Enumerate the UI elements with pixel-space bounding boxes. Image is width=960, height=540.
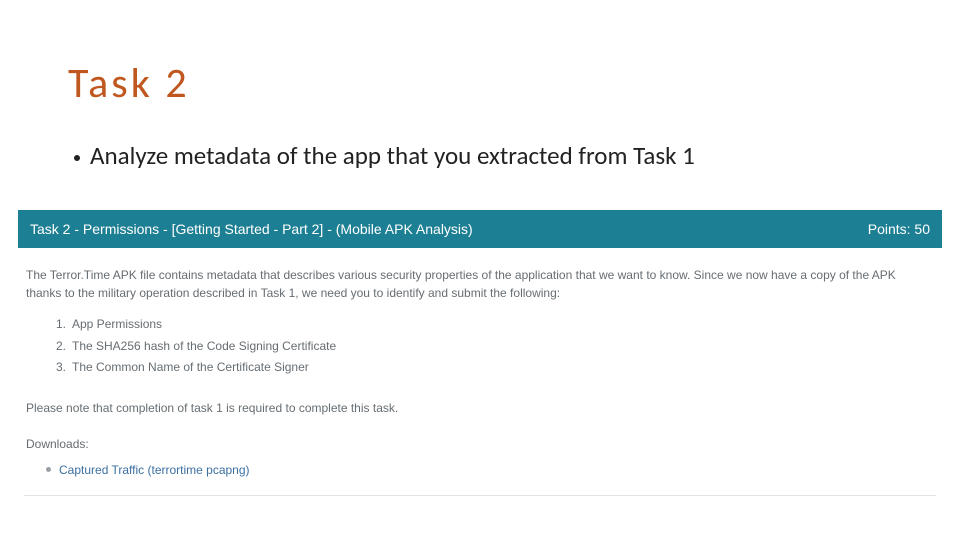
list-item: 1.App Permissions — [56, 314, 942, 336]
download-link[interactable]: Captured Traffic (terrortime pcapng) — [59, 463, 250, 477]
task-requirements-list: 1.App Permissions 2.The SHA256 hash of t… — [56, 314, 942, 379]
task-points: Points: 50 — [868, 221, 930, 237]
bullet-dot-icon — [46, 467, 51, 472]
bullet-item: Analyze metadata of the app that you ext… — [74, 140, 695, 171]
task-header-title: Task 2 - Permissions - [Getting Started … — [30, 221, 473, 237]
slide-title: Task 2 — [68, 58, 190, 109]
list-item: 3.The Common Name of the Certificate Sig… — [56, 357, 942, 379]
bullet-dot-icon — [74, 155, 80, 161]
task-description: The Terror.Time APK file contains metada… — [26, 266, 934, 302]
task-header-bar: Task 2 - Permissions - [Getting Started … — [18, 210, 942, 248]
download-item: Captured Traffic (terrortime pcapng) — [46, 463, 942, 477]
task-note: Please note that completion of task 1 is… — [26, 401, 934, 415]
task-screenshot: Task 2 - Permissions - [Getting Started … — [18, 210, 942, 496]
divider — [24, 495, 936, 496]
bullet-text: Analyze metadata of the app that you ext… — [90, 140, 695, 171]
list-item: 2.The SHA256 hash of the Code Signing Ce… — [56, 336, 942, 358]
downloads-label: Downloads: — [26, 437, 934, 451]
